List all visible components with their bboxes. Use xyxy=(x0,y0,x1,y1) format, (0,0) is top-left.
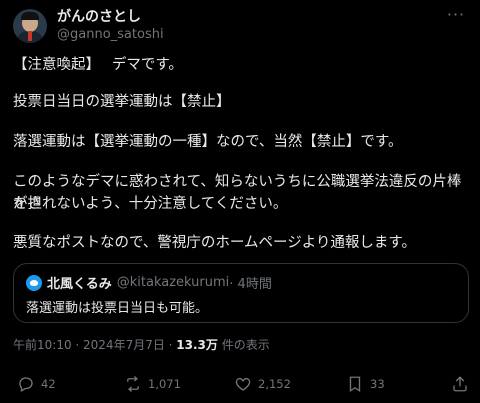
action-bar: 42 1,071 2,152 33 xyxy=(13,375,469,397)
quoted-tweet-header: 北風くるみ @kitakazekurumi · 4時間 xyxy=(26,273,272,292)
quoted-tweet-text: 落選運動は投票日当日も可能。 xyxy=(26,301,209,316)
tweet-text-line: 落選運動は【選挙運動の一種】なので、当然【禁止】です。 xyxy=(13,134,403,150)
quoted-display-name: 北風くるみ xyxy=(47,277,112,292)
retweet-button[interactable]: 1,071 xyxy=(124,375,181,393)
reply-icon xyxy=(19,377,33,392)
heart-icon xyxy=(235,377,251,391)
retweet-icon xyxy=(127,376,139,392)
quoted-timestamp: · 4時間 xyxy=(229,277,272,292)
author-display-name[interactable]: がんのさとし xyxy=(57,9,164,26)
share-button[interactable] xyxy=(451,375,475,393)
share-icon xyxy=(453,376,467,392)
author-handle[interactable]: @ganno_satoshi xyxy=(57,26,164,43)
quoted-handle: @kitakazekurumi xyxy=(116,275,230,290)
more-options-icon[interactable]: ··· xyxy=(444,7,468,28)
reply-count: 42 xyxy=(41,377,56,391)
tweet-text-line: 悪質なポストなので、警視庁のホームページより通報します。 xyxy=(13,235,416,251)
quoted-avatar xyxy=(26,274,42,291)
view-count-label: 件の表示 xyxy=(217,338,270,352)
like-count: 2,152 xyxy=(258,377,291,391)
tweet-text-line: がされないよう、十分注意してください。 xyxy=(13,196,288,212)
post-timestamp[interactable]: 午前10:10 · 2024年7月7日 · xyxy=(13,338,176,352)
tweet-text-line: 【注意喚起】 デマです。 xyxy=(13,57,183,73)
bookmark-icon xyxy=(349,376,361,393)
avatar[interactable] xyxy=(13,9,47,43)
tweet-meta: 午前10:10 · 2024年7月7日 · 13.3万 件の表示 xyxy=(13,336,270,353)
retweet-count: 1,071 xyxy=(148,377,181,391)
bookmark-button[interactable]: 33 xyxy=(346,375,385,393)
tweet-header: がんのさとし @ganno_satoshi ··· xyxy=(13,7,468,44)
quoted-tweet[interactable]: 北風くるみ @kitakazekurumi · 4時間 落選運動は投票日当日も可… xyxy=(13,263,469,323)
reply-button[interactable]: 42 xyxy=(17,375,56,393)
view-count[interactable]: 13.3万 xyxy=(176,338,218,352)
tweet-text-line: 投票日当日の選挙運動は【禁止】 xyxy=(13,94,231,110)
author-names: がんのさとし @ganno_satoshi xyxy=(57,9,164,43)
bookmark-count: 33 xyxy=(370,377,385,391)
like-button[interactable]: 2,152 xyxy=(234,375,291,393)
tweet: がんのさとし @ganno_satoshi ··· 【注意喚起】 デマです。 投… xyxy=(0,0,480,403)
